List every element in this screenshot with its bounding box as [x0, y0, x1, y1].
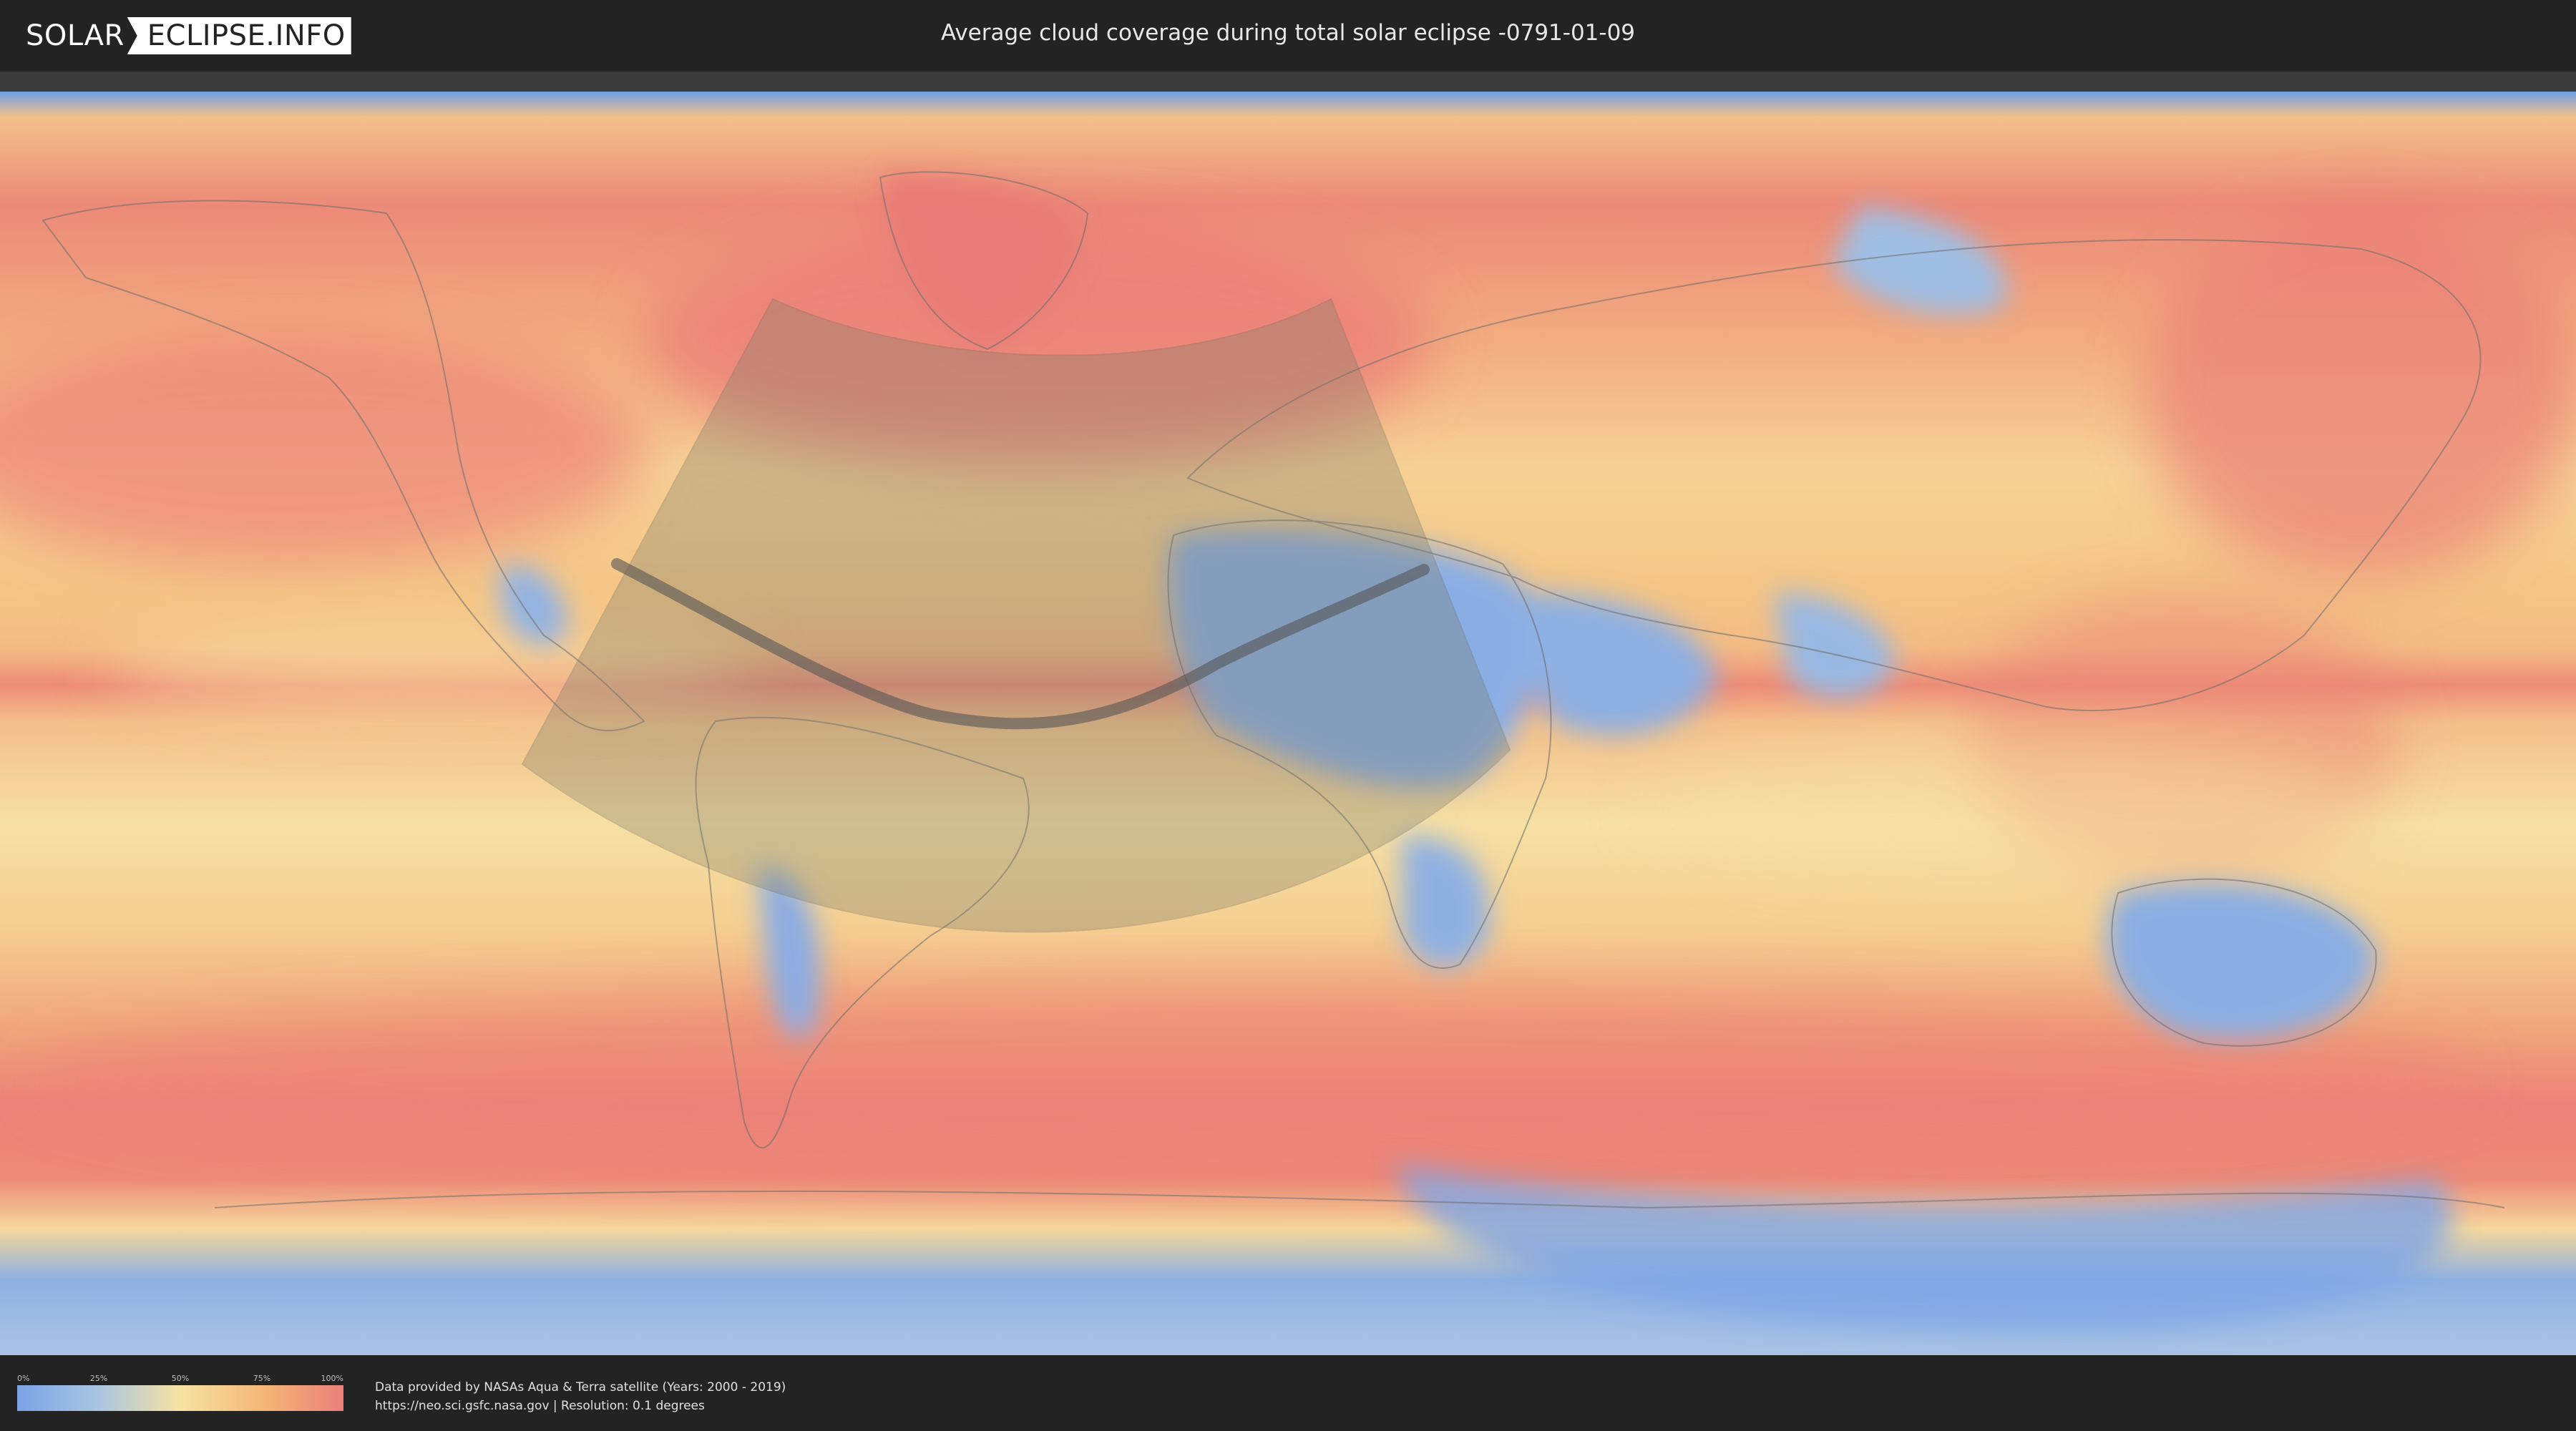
legend-color-bar	[17, 1385, 343, 1411]
header-bar: SOLAR ECLIPSE.INFO Average cloud coverag…	[0, 0, 2576, 72]
legend-tick-1: 25%	[89, 1374, 108, 1383]
cloud-coverage-map[interactable]	[0, 92, 2576, 1355]
legend-tick-4: 100%	[321, 1374, 343, 1383]
legend-tick-2: 50%	[171, 1374, 190, 1383]
credits-line-url: https://neo.sci.gsfc.nasa.gov | Resoluti…	[375, 1399, 705, 1413]
credits-line-source: Data provided by NASAs Aqua & Terra sate…	[375, 1380, 786, 1395]
legend-tick-0: 0%	[17, 1374, 30, 1383]
page-title: Average cloud coverage during total sola…	[940, 20, 1636, 46]
data-credits: Data provided by NASAs Aqua & Terra sate…	[375, 1378, 786, 1415]
map-canvas	[0, 92, 2576, 1355]
legend-ticks: 0% 25% 50% 75% 100%	[17, 1374, 343, 1385]
map-top-strip	[0, 72, 2576, 92]
cloud-coverage-legend: 0% 25% 50% 75% 100%	[17, 1374, 343, 1411]
legend-tick-3: 75%	[253, 1374, 271, 1383]
